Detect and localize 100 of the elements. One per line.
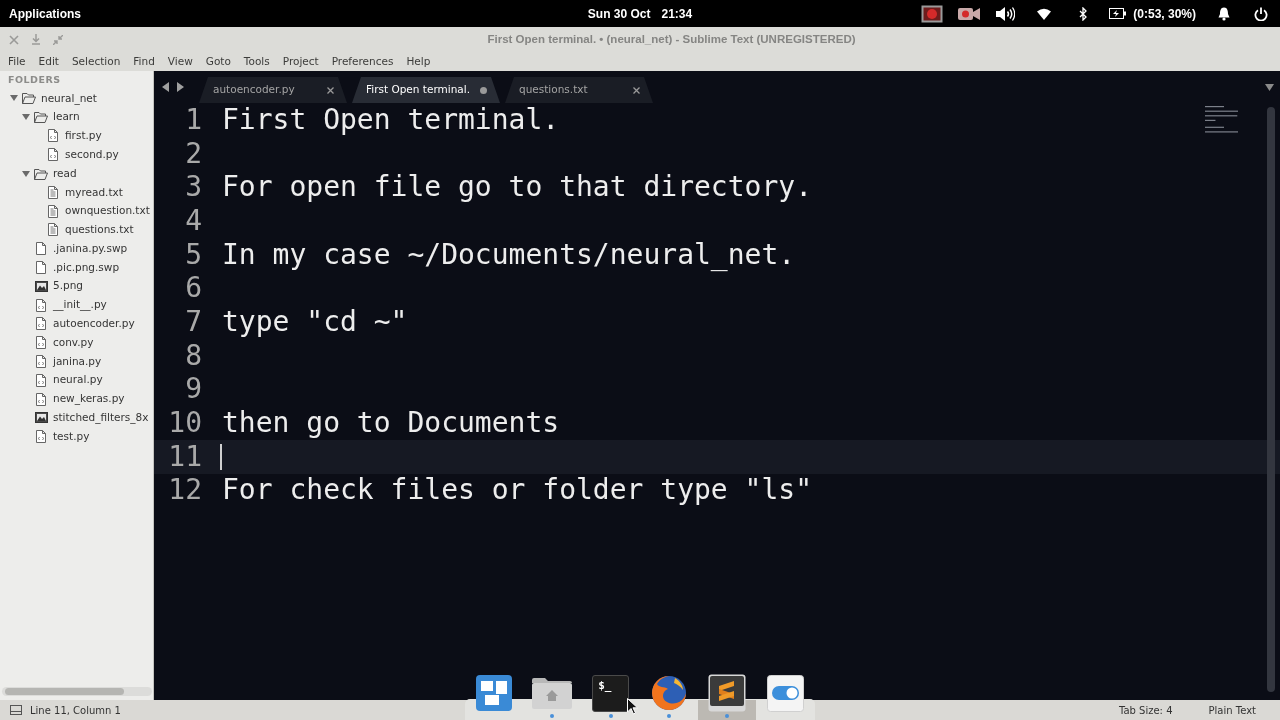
menu-item[interactable]: File [8,53,26,70]
dropdown-arrow-icon[interactable] [1265,84,1274,91]
battery-status-text[interactable]: (0:53, 30%) [1133,4,1196,23]
menu-item[interactable]: Help [406,53,431,70]
home-folder-icon [531,676,574,710]
prompt-text: $_ [598,679,612,691]
previous-arrow-icon[interactable] [162,82,169,92]
file-name[interactable]: janina.py [53,353,102,370]
file-name[interactable]: ownquestion.txt [65,203,150,220]
menu-item[interactable]: Tools [243,53,270,70]
line-number: 7 [184,307,202,336]
line-number: 5 [184,240,202,269]
file-name[interactable]: new_keras.py [53,391,125,407]
line-text: First Open terminal. [222,105,560,134]
notification-bell-icon[interactable] [1218,6,1230,21]
syntax-selector[interactable]: Plain Text [1208,702,1256,718]
code-file-icon [35,392,47,406]
line-number: 9 [184,375,202,404]
power-icon[interactable] [1254,6,1268,21]
applications-menu[interactable]: Applications [9,4,81,23]
line-number: 1 [184,105,202,134]
tab-size-selector[interactable]: Tab Size: 4 [1119,702,1173,718]
menu-item[interactable]: Goto [205,53,231,70]
line-text: In my case ~/Documents/neural_net. [222,240,796,269]
expanded-arrow-icon[interactable] [22,170,30,177]
window-title: First Open terminal. • (neural_net) - Sublime Text (UNREGISTERED) [487,31,856,47]
file-name[interactable]: __init__.py [53,297,107,314]
menu-item[interactable]: Project [282,53,319,70]
scrollbar-thumb[interactable] [5,688,124,695]
close-icon[interactable] [633,86,640,94]
date-text[interactable]: Sun 30 Oct [587,4,651,23]
tab[interactable]: First Open terminal. [352,77,500,103]
file-name[interactable]: first.py [65,128,102,144]
line-number: 2 [184,139,202,168]
globe-swirl-icon [650,674,689,712]
wifi-icon[interactable] [1037,7,1052,20]
file-name[interactable]: stitched_filters_8x [53,410,149,426]
expanded-arrow-icon[interactable] [10,95,18,102]
image-file-icon [34,279,48,293]
expanded-arrow-icon[interactable] [22,114,30,121]
line-number: 10 [167,409,202,438]
folder-name[interactable]: read [53,165,77,182]
minimap[interactable] [1205,106,1239,133]
video-camera-icon[interactable] [958,6,981,21]
file-name[interactable]: autoencoder.py [53,316,135,332]
code-file-icon [35,298,47,312]
menu-item[interactable]: View [167,53,193,70]
menu-item[interactable]: Edit [38,53,59,70]
file-name[interactable]: questions.txt [65,222,134,238]
tab[interactable]: questions.txt [505,77,653,103]
code-file-icon [35,430,47,444]
folder-icon [34,111,48,124]
scrollbar-thumb[interactable] [1267,107,1275,692]
file-name[interactable]: .janina.py.swp [53,240,128,257]
volume-icon[interactable] [996,5,1016,22]
sidebar-header: FOLDERS [8,72,61,87]
code-file-icon [35,355,47,369]
panel-toggle-icon[interactable] [10,705,22,715]
line-number: 6 [184,274,202,303]
line-text: type "cd ~" [222,307,408,336]
tab[interactable]: autoencoder.py [199,77,347,103]
folder-name[interactable]: learn [53,109,80,126]
file-name[interactable]: test.py [53,428,90,445]
scrollbar-track[interactable] [2,687,152,696]
code-file-icon [47,129,59,143]
next-arrow-icon[interactable] [177,82,184,92]
file-icon [35,261,47,275]
toggle-switch-icon [767,674,805,712]
clock-text[interactable]: 21:34 [661,4,693,23]
code-file-icon [47,148,59,162]
file-name[interactable]: 5.png [53,278,83,295]
file-name[interactable]: neural.py [53,372,103,389]
line-number: 8 [184,341,202,370]
text-file-icon [47,204,59,218]
text-file-icon [47,185,59,199]
unsaved-dot-icon[interactable] [480,86,487,94]
close-icon[interactable] [327,86,334,94]
battery-icon[interactable] [1109,8,1127,19]
code-file-icon [35,373,47,387]
bluetooth-icon[interactable] [1079,6,1088,21]
menu-item[interactable]: Selection [71,53,121,70]
line-number: 11 [167,442,202,471]
text-cursor [220,443,222,470]
file-name[interactable]: myread.txt [65,184,123,201]
dock-item[interactable]: $_ [581,672,640,720]
windows-grid-icon [476,675,513,711]
record-indicator-icon[interactable] [921,4,944,23]
menu-item[interactable]: Find [133,53,155,70]
image-file-icon [34,411,48,425]
file-name[interactable]: .pic.png.swp [53,259,120,276]
text-file-icon [47,223,59,237]
folder-name[interactable]: neural_net [41,90,97,107]
file-name[interactable]: conv.py [53,334,94,351]
file-name[interactable]: second.py [65,146,119,163]
file-icon [35,242,47,256]
folder-icon [22,92,36,105]
folder-icon [34,167,48,180]
line-number: 4 [184,206,202,235]
line-number: 12 [167,476,202,505]
menu-item[interactable]: Preferences [331,53,394,70]
